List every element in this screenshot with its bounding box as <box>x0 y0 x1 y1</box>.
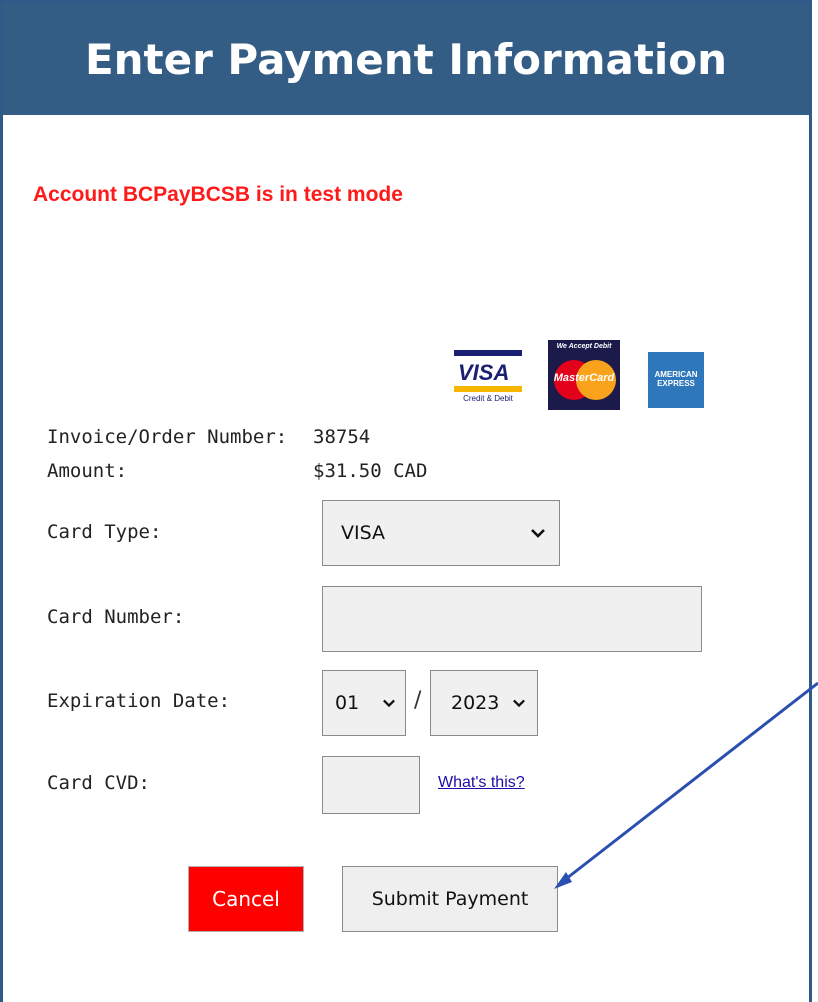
visa-logo-icon: VISA Credit & Debit <box>452 350 524 408</box>
submit-payment-button[interactable]: Submit Payment <box>342 866 558 932</box>
test-mode-notice: Account BCPayBCSB is in test mode <box>33 183 403 206</box>
page-title-text: Enter Payment Information <box>84 34 728 84</box>
expiration-month-select[interactable]: 01 <box>322 670 406 736</box>
visa-word: VISA <box>458 360 510 385</box>
mastercard-logo-icon: We Accept Debit MasterCard <box>548 340 620 410</box>
page-title: Enter Payment Information <box>3 3 809 115</box>
amount-value: $31.50 CAD <box>313 460 428 482</box>
chevron-down-icon <box>383 699 395 708</box>
invoice-label: Invoice/Order Number: <box>47 426 288 448</box>
card-type-selected: VISA <box>341 522 386 544</box>
visa-subtitle: Credit & Debit <box>463 394 513 403</box>
chevron-down-icon <box>513 699 525 708</box>
expiration-month-selected: 01 <box>335 692 360 714</box>
amex-logo-icon: AMERICAN EXPRESS <box>648 352 704 408</box>
amex-text: AMERICAN EXPRESS <box>654 370 698 388</box>
amount-label: Amount: <box>47 460 128 482</box>
card-cvd-input[interactable] <box>322 756 420 814</box>
date-separator: / <box>414 688 422 713</box>
expiration-year-select[interactable]: 2023 <box>430 670 538 736</box>
chevron-down-icon <box>531 529 545 538</box>
card-type-select[interactable]: VISA <box>322 500 560 566</box>
cvd-help-link[interactable]: What's this? <box>438 774 525 792</box>
mastercard-caption: We Accept Debit <box>556 343 612 350</box>
expiration-year-selected: 2023 <box>451 692 500 714</box>
cancel-button[interactable]: Cancel <box>188 866 304 932</box>
invoice-value: 38754 <box>313 426 371 448</box>
card-cvd-label: Card CVD: <box>47 772 150 794</box>
expiration-date-label: Expiration Date: <box>47 690 231 712</box>
card-number-input[interactable] <box>322 586 702 652</box>
card-number-label: Card Number: <box>47 606 185 628</box>
mastercard-name: MasterCard <box>553 372 615 384</box>
card-type-label: Card Type: <box>47 521 162 543</box>
